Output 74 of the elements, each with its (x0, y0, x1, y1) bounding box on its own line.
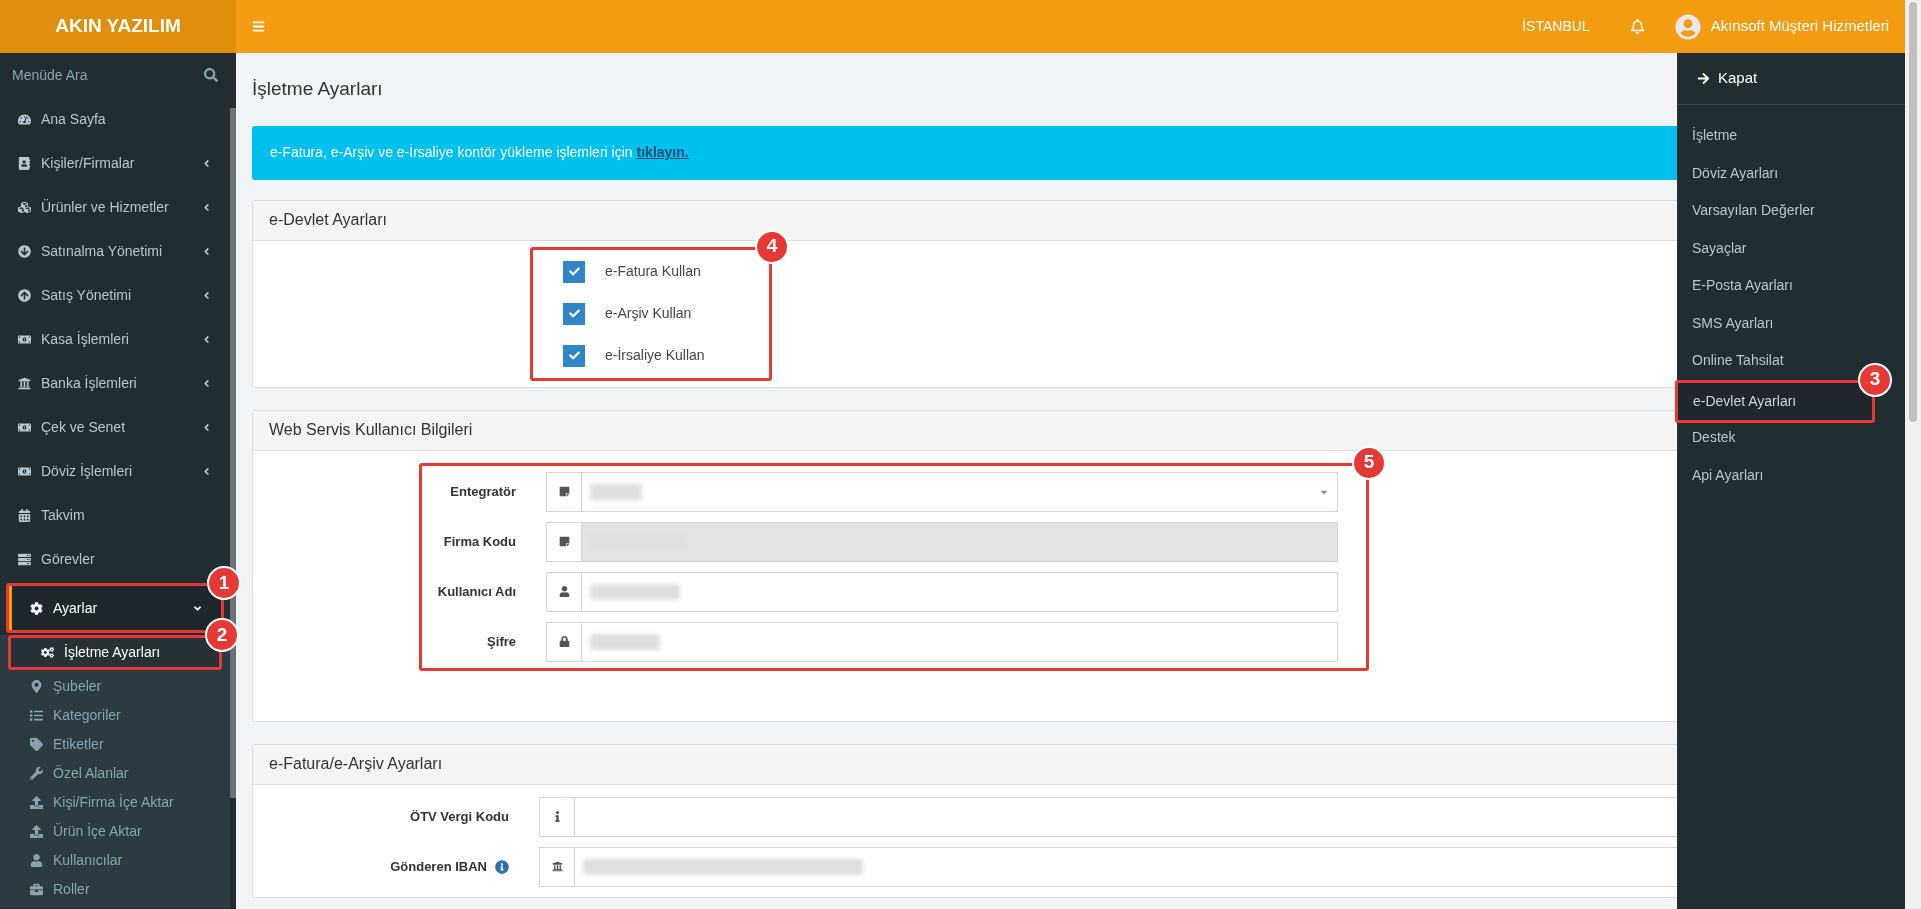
menu-icon[interactable] (252, 20, 265, 33)
avatar-icon (1674, 13, 1701, 40)
checkbox-label: e-Arşiv Kullan (605, 304, 692, 323)
submenu-item[interactable]: Kullanıcılar (0, 846, 230, 875)
checkbox[interactable] (563, 302, 585, 325)
alert-link[interactable]: tıklayın. (636, 142, 689, 163)
lock-icon (558, 636, 570, 647)
checkbox[interactable] (563, 260, 585, 283)
settings-icon (30, 601, 43, 615)
submenu-item[interactable]: Kategoriler (0, 701, 230, 730)
map-pin-icon (30, 680, 43, 693)
input-field[interactable] (582, 571, 1338, 612)
check-icon (568, 266, 580, 277)
sidebar-item[interactable]: Satınalma Yönetimi (0, 229, 230, 273)
menu-search-field[interactable]: Menüde Ara (0, 53, 230, 97)
submenu-item[interactable]: Özel Alanlar (0, 759, 230, 788)
sidebar-item[interactable]: Çek ve Senet (0, 405, 230, 449)
check-icon (568, 308, 580, 319)
checkbox-label: e-Fatura Kullan (605, 262, 701, 281)
cubes-icon (18, 200, 31, 214)
alert-text: e-Fatura, e-Arşiv ve e-İrsaliye kontör yükleme işlemleri için (270, 143, 633, 162)
step-number-badge: 3 (1858, 362, 1892, 397)
settings-menu-item[interactable]: E-Posta Ayarları (1677, 267, 1808, 305)
field-label: Gönderen IBAN (390, 857, 487, 876)
sidebar-item[interactable]: Ana Sayfa (0, 97, 230, 141)
settings-menu-item[interactable]: SMS Ayarları (1677, 304, 1789, 342)
sidebar-item[interactable]: Kişiler/Firmalar (0, 141, 230, 185)
bank-icon (18, 376, 31, 390)
user-icon (30, 854, 43, 867)
checkbox-label: e-İrsaliye Kullan (605, 346, 705, 365)
submenu-item[interactable]: Ürün İçe Aktar (0, 817, 230, 846)
note-icon (558, 536, 570, 547)
briefcase-icon (30, 883, 43, 896)
arrow-right-icon (1697, 72, 1710, 85)
settings-menu-item[interactable]: Döviz Ayarları (1677, 154, 1794, 192)
dashboard-icon (18, 112, 31, 126)
sidebar-item[interactable]: Banka İşlemleri (0, 361, 230, 405)
bank-icon (551, 861, 563, 872)
submenu-item[interactable]: Etiketler (0, 730, 230, 759)
sidebar-item[interactable]: Takvim (0, 493, 230, 537)
sidebar-item[interactable]: Satış Yönetimi (0, 273, 230, 317)
field-label: Kullanıcı Adı (437, 582, 516, 601)
submenu-item[interactable]: Şubeler (0, 672, 230, 701)
sidebar-item[interactable]: Döviz İşlemleri (0, 449, 230, 493)
note-icon (558, 486, 570, 497)
check-icon (568, 350, 580, 361)
calendar-icon (18, 508, 31, 522)
step-number-badge: 1 (207, 566, 241, 600)
search-icon (204, 68, 218, 82)
submenu-item[interactable]: Roller (0, 875, 230, 904)
field-label: Şifre (487, 632, 516, 651)
settings-menu-item[interactable]: Api Ayarları (1677, 456, 1779, 494)
field-label: Entegratör (450, 482, 516, 501)
upload-icon (30, 796, 43, 809)
sidebar-item[interactable]: Kasa İşlemleri (0, 317, 230, 361)
address-book-icon (18, 156, 31, 170)
input-field[interactable] (582, 621, 1338, 662)
user-icon (558, 586, 570, 597)
bell-icon[interactable] (1629, 19, 1645, 34)
gears-icon (41, 646, 54, 659)
tag-icon (30, 738, 43, 751)
select-field[interactable] (582, 471, 1338, 512)
field-label: ÖTV Vergi Kodu (410, 807, 509, 826)
sidebar-item[interactable]: Ürünler ve Hizmetler (0, 185, 230, 229)
checkbox[interactable] (563, 344, 585, 367)
list-icon (18, 552, 31, 566)
upload-icon (30, 825, 43, 838)
settings-menu-item[interactable]: Online Tahsilat (1677, 342, 1799, 380)
list-icon (30, 709, 43, 722)
page-title: İşletme Ayarları (252, 77, 383, 101)
field-label: Firma Kodu (443, 532, 516, 551)
submenu-item[interactable]: Kişi/Firma İçe Aktar (0, 788, 230, 817)
wrench-icon (30, 767, 43, 780)
settings-menu-item[interactable]: İşletme (1677, 117, 1753, 155)
